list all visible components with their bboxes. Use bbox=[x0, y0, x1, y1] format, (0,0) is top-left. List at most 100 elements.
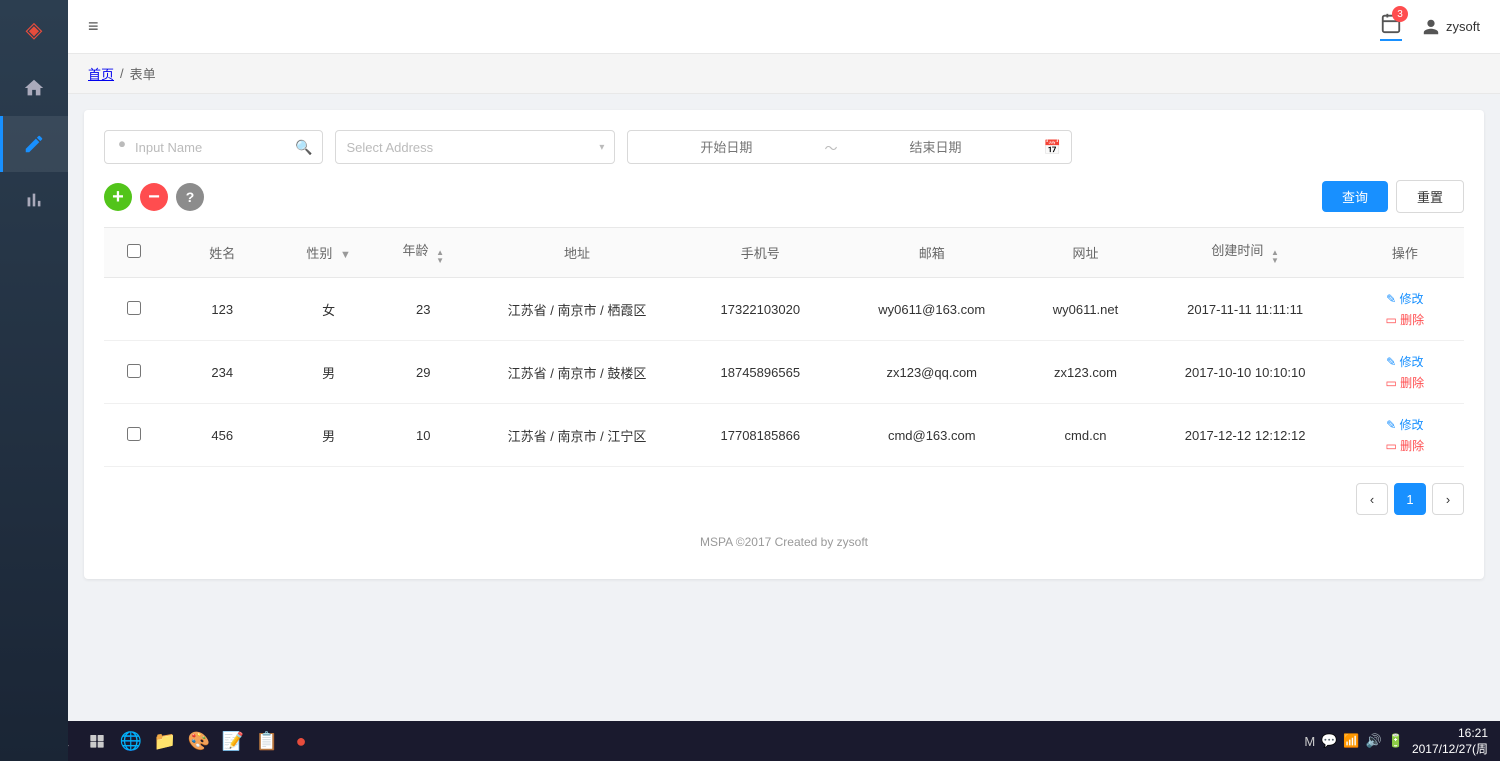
next-page-button[interactable]: › bbox=[1432, 483, 1464, 515]
topbar: ≡ 3 zysoft bbox=[68, 0, 1500, 54]
row-address: 江苏省 / 南京市 / 鼓楼区 bbox=[471, 341, 684, 404]
row-checkbox-cell[interactable] bbox=[104, 341, 163, 404]
action-right-buttons: 查询 重置 bbox=[1322, 180, 1464, 213]
table-row: 456 男 10 江苏省 / 南京市 / 江宁区 17708185866 cmd… bbox=[104, 404, 1464, 467]
footer-text: MSPA ©2017 Created by zysoft bbox=[700, 535, 868, 549]
sidebar-item-home[interactable] bbox=[0, 60, 68, 116]
edit-button[interactable]: ✎ 修改 bbox=[1386, 416, 1423, 433]
calendar-button[interactable]: 3 bbox=[1380, 12, 1402, 41]
delete-row-button[interactable]: ▭ 删除 bbox=[1385, 437, 1424, 454]
taskbar: ⊞ 🌐 📁 🎨 📝 📋 ● M 💬 📶 🔊 � bbox=[0, 721, 1500, 761]
date-range-picker[interactable]: ～ 📅 bbox=[627, 130, 1071, 164]
app-logo[interactable]: ◈ bbox=[0, 0, 68, 60]
row-email: cmd@163.com bbox=[837, 404, 1026, 467]
row-phone: 17322103020 bbox=[683, 278, 837, 341]
add-button[interactable]: + bbox=[104, 183, 132, 211]
row-checkbox[interactable] bbox=[127, 301, 141, 315]
row-checkbox[interactable] bbox=[127, 364, 141, 378]
address-select-placeholder: Select Address bbox=[346, 140, 433, 155]
th-gender[interactable]: 性别 ▼ bbox=[281, 228, 376, 278]
action-left-buttons: + − ? bbox=[104, 183, 204, 211]
sidebar-item-edit[interactable] bbox=[0, 116, 68, 172]
row-actions: ✎ 修改 ▭ 删除 bbox=[1346, 404, 1464, 467]
table-row: 123 女 23 江苏省 / 南京市 / 栖霞区 17322103020 wy0… bbox=[104, 278, 1464, 341]
action-row: + − ? 查询 重置 bbox=[104, 180, 1464, 213]
taskbar-app-4[interactable]: 📝 bbox=[218, 726, 248, 756]
filter-row: 🔍 Select Address ▾ ～ 📅 bbox=[104, 130, 1464, 164]
row-checkbox[interactable] bbox=[127, 427, 141, 441]
edit-button[interactable]: ✎ 修改 bbox=[1386, 353, 1423, 370]
row-email: wy0611@163.com bbox=[837, 278, 1026, 341]
table-header: 姓名 性别 ▼ 年龄 ▲ ▼ bbox=[104, 228, 1464, 278]
row-checkbox-cell[interactable] bbox=[104, 404, 163, 467]
taskbar-task-view[interactable] bbox=[82, 726, 112, 756]
th-check bbox=[104, 228, 163, 278]
sort-icon: ▲ ▼ bbox=[436, 249, 444, 265]
th-age[interactable]: 年龄 ▲ ▼ bbox=[376, 228, 471, 278]
select-all-checkbox[interactable] bbox=[127, 244, 141, 258]
page-1-button[interactable]: 1 bbox=[1394, 483, 1426, 515]
name-input[interactable] bbox=[135, 140, 295, 155]
edit-button[interactable]: ✎ 修改 bbox=[1386, 290, 1423, 307]
row-age: 29 bbox=[376, 341, 471, 404]
end-date-input[interactable] bbox=[837, 140, 1033, 155]
row-actions: ✎ 修改 ▭ 删除 bbox=[1346, 341, 1464, 404]
th-name: 姓名 bbox=[163, 228, 281, 278]
taskbar-icon-network: 📶 bbox=[1343, 733, 1359, 749]
taskbar-time: 16:21 2017/12/27(周 bbox=[1412, 726, 1488, 757]
search-icon: 🔍 bbox=[295, 139, 312, 156]
prev-page-button[interactable]: ‹ bbox=[1356, 483, 1388, 515]
hamburger-menu[interactable]: ≡ bbox=[88, 16, 99, 37]
row-email: zx123@qq.com bbox=[837, 341, 1026, 404]
taskbar-app-6[interactable]: ● bbox=[286, 726, 316, 756]
row-gender: 男 bbox=[281, 341, 376, 404]
th-phone: 手机号 bbox=[683, 228, 837, 278]
row-checkbox-cell[interactable] bbox=[104, 278, 163, 341]
th-email: 邮箱 bbox=[837, 228, 1026, 278]
footer: MSPA ©2017 Created by zysoft bbox=[104, 515, 1464, 559]
row-age: 10 bbox=[376, 404, 471, 467]
taskbar-icon-m: M bbox=[1304, 734, 1315, 749]
taskbar-app-2[interactable]: 📁 bbox=[150, 726, 180, 756]
taskbar-icon-battery: 🔋 bbox=[1388, 733, 1404, 749]
query-button[interactable]: 查询 bbox=[1322, 181, 1388, 212]
sidebar: ◈ bbox=[0, 0, 68, 761]
table-body: 123 女 23 江苏省 / 南京市 / 栖霞区 17322103020 wy0… bbox=[104, 278, 1464, 467]
calendar-icon[interactable]: 📅 bbox=[1033, 139, 1070, 156]
row-phone: 17708185866 bbox=[683, 404, 837, 467]
reset-button[interactable]: 重置 bbox=[1396, 180, 1464, 213]
chevron-down-icon: ▾ bbox=[599, 142, 604, 153]
taskbar-app-3[interactable]: 🎨 bbox=[184, 726, 214, 756]
row-name: 456 bbox=[163, 404, 281, 467]
th-action: 操作 bbox=[1346, 228, 1464, 278]
delete-row-button[interactable]: ▭ 删除 bbox=[1385, 311, 1424, 328]
username-label: zysoft bbox=[1446, 19, 1480, 34]
breadcrumb: 首页 / 表单 bbox=[68, 54, 1500, 94]
breadcrumb-home[interactable]: 首页 bbox=[88, 64, 114, 83]
th-created[interactable]: 创建时间 ▲ ▼ bbox=[1145, 228, 1346, 278]
row-name: 123 bbox=[163, 278, 281, 341]
clock-date: 2017/12/27(周 bbox=[1412, 740, 1488, 757]
row-created: 2017-12-12 12:12:12 bbox=[1145, 404, 1346, 467]
data-table: 姓名 性别 ▼ 年龄 ▲ ▼ bbox=[104, 227, 1464, 467]
th-url: 网址 bbox=[1026, 228, 1144, 278]
taskbar-app-5[interactable]: 📋 bbox=[252, 726, 282, 756]
address-filter-select[interactable]: Select Address ▾ bbox=[335, 130, 615, 164]
row-address: 江苏省 / 南京市 / 江宁区 bbox=[471, 404, 684, 467]
row-created: 2017-10-10 10:10:10 bbox=[1145, 341, 1346, 404]
taskbar-app-1[interactable]: 🌐 bbox=[116, 726, 146, 756]
row-url: zx123.com bbox=[1026, 341, 1144, 404]
clock-time: 16:21 bbox=[1412, 726, 1488, 740]
user-menu[interactable]: zysoft bbox=[1422, 18, 1480, 36]
name-filter-input[interactable]: 🔍 bbox=[104, 130, 323, 164]
delete-row-button[interactable]: ▭ 删除 bbox=[1385, 374, 1424, 391]
filter-icon: ▼ bbox=[340, 249, 351, 261]
delete-button[interactable]: − bbox=[140, 183, 168, 211]
breadcrumb-separator: / bbox=[120, 66, 124, 81]
start-date-input[interactable] bbox=[628, 140, 824, 155]
sidebar-item-chart[interactable] bbox=[0, 172, 68, 228]
help-button[interactable]: ? bbox=[176, 183, 204, 211]
taskbar-sys-icons: M 💬 📶 🔊 🔋 bbox=[1304, 733, 1404, 749]
th-address: 地址 bbox=[471, 228, 684, 278]
sort-icon-time: ▲ ▼ bbox=[1271, 249, 1279, 265]
